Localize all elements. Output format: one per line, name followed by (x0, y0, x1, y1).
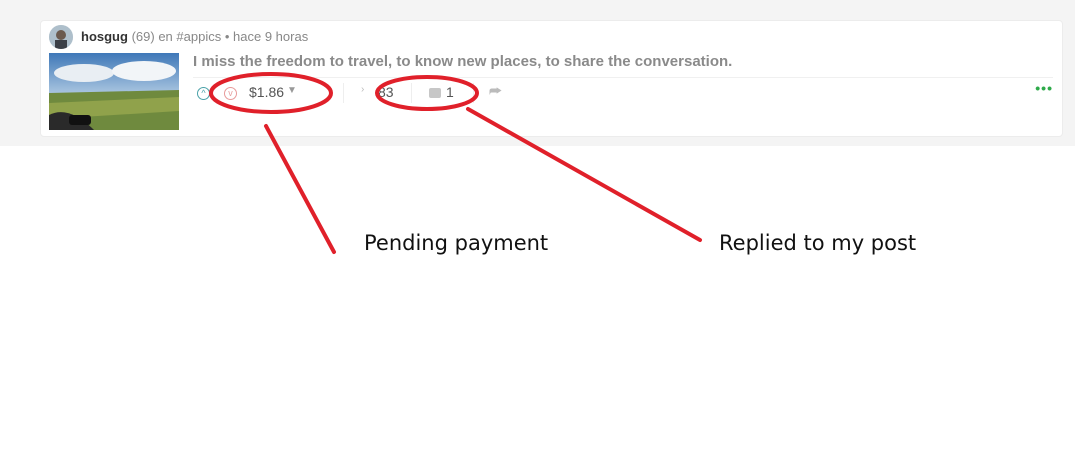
author-link[interactable]: hosgug (81, 29, 128, 44)
post-time[interactable]: hace 9 horas (233, 29, 308, 44)
category-prefix: en (158, 29, 173, 44)
chevron-down-icon: v (228, 88, 233, 98)
upvote-button[interactable]: ^ (197, 87, 210, 100)
chevron-up-icon: ^ (201, 88, 206, 98)
post-title[interactable]: I miss the freedom to travel, to know ne… (193, 53, 732, 70)
separator (473, 83, 474, 103)
replied-note: Replied to my post (719, 231, 917, 255)
thumbnail-image (49, 53, 179, 130)
payout-caret-icon[interactable]: ▼ (287, 85, 297, 96)
post-summary-card: hosgug (69) en #appics • hace 9 horas I … (40, 20, 1063, 137)
reblog-icon[interactable]: ⮫ (489, 83, 502, 100)
avatar[interactable] (49, 25, 73, 49)
voters-icon[interactable]: › (361, 84, 364, 95)
category-link[interactable]: #appics (176, 29, 221, 44)
comment-icon[interactable] (429, 88, 441, 98)
separator (343, 83, 344, 103)
pending-payment-note: Pending payment (364, 231, 549, 255)
votes-count[interactable]: 83 (378, 84, 394, 100)
comment-count[interactable]: 1 (446, 84, 454, 100)
post-actions-bar: ^ v $1.86 ▼ › 83 1 ⮫ ••• (193, 80, 1053, 105)
avatar-image (49, 25, 73, 49)
payout-value[interactable]: $1.86 (249, 84, 284, 100)
divider (193, 77, 1053, 78)
downvote-button[interactable]: v (224, 87, 237, 100)
more-options-icon[interactable]: ••• (1035, 80, 1053, 96)
author-reputation: (69) (131, 29, 155, 44)
post-header: hosgug (69) en #appics • hace 9 horas (81, 29, 308, 44)
post-thumbnail[interactable] (49, 53, 179, 130)
separator (411, 83, 412, 103)
header-separator: • (224, 29, 230, 44)
